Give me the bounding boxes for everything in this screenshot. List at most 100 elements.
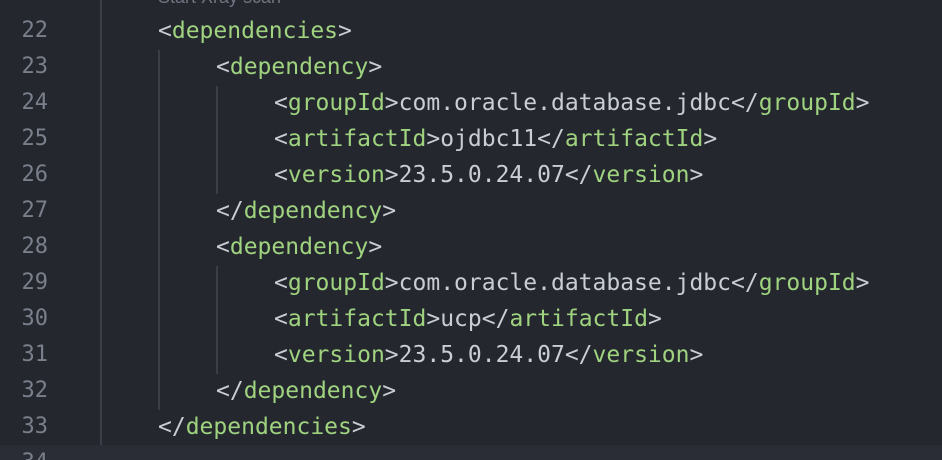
- tag-bracket: >: [384, 90, 399, 116]
- tag-value: com.oracle.database.jdbc: [398, 270, 731, 296]
- tag-name: dependency: [243, 378, 383, 404]
- tag-bracket: >: [338, 18, 352, 44]
- tag-name: dependencies: [171, 18, 339, 44]
- code-line[interactable]: 26 <version>23.5.0.24.07</version>: [0, 157, 942, 193]
- tag-name: artifactId: [509, 306, 648, 332]
- line-number: 32: [21, 378, 49, 403]
- code-content: <artifactId>ucp</artifactId>: [274, 301, 662, 337]
- tag-bracket: >: [855, 90, 870, 116]
- line-number: 27: [21, 198, 49, 223]
- tag-bracket: >: [368, 54, 383, 80]
- code-content: <groupId>com.oracle.database.jdbc</group…: [274, 85, 870, 121]
- tag-bracket: >: [384, 270, 399, 296]
- tag-name: version: [287, 162, 385, 188]
- code-content: <version>23.5.0.24.07</version>: [274, 337, 703, 373]
- tag-name: dependencies: [185, 414, 352, 440]
- tag-bracket: >: [426, 126, 441, 152]
- tag-bracket: <: [274, 90, 288, 116]
- code-line[interactable]: 23 <dependency>: [0, 49, 942, 85]
- tag-bracket: </: [731, 270, 759, 296]
- line-number: 31: [21, 342, 49, 367]
- tag-value: ojdbc11: [440, 126, 538, 152]
- code-editor[interactable]: Start Xray scan 22<dependencies>23<depen…: [0, 0, 942, 460]
- tag-bracket: <: [274, 270, 288, 296]
- line-number: 33: [21, 414, 49, 439]
- code-content: <dependency>: [216, 49, 382, 85]
- tag-bracket: <: [274, 342, 288, 368]
- line-number: 24: [21, 90, 49, 115]
- tag-bracket: >: [382, 198, 397, 224]
- tag-bracket: >: [368, 234, 383, 260]
- tag-bracket: >: [689, 342, 704, 368]
- code-content: <groupId>com.oracle.database.jdbc</group…: [274, 265, 870, 301]
- tag-value: com.oracle.database.jdbc: [398, 90, 731, 116]
- tag-bracket: >: [384, 162, 399, 188]
- code-line[interactable]: 31 <version>23.5.0.24.07</version>: [0, 337, 942, 373]
- tag-name: dependency: [243, 198, 383, 224]
- tag-bracket: >: [351, 414, 366, 440]
- code-line[interactable]: 25 <artifactId>ojdbc11</artifactId>: [0, 121, 942, 157]
- tag-bracket: >: [689, 162, 704, 188]
- tag-bracket: >: [703, 126, 718, 152]
- code-line[interactable]: 29 <groupId>com.oracle.database.jdbc</gro…: [0, 265, 942, 301]
- code-content: </dependency>: [216, 373, 396, 409]
- tag-bracket: </: [564, 342, 593, 368]
- tag-name: artifactId: [287, 306, 427, 332]
- tag-bracket: >: [647, 306, 662, 332]
- tag-bracket: </: [537, 126, 565, 152]
- tag-bracket: </: [216, 198, 244, 224]
- xray-scan-hint[interactable]: Start Xray scan: [158, 0, 281, 8]
- line-number: 30: [21, 306, 49, 331]
- line-number: 22: [21, 18, 49, 43]
- tag-bracket: <: [274, 306, 288, 332]
- code-line[interactable]: 24 <groupId>com.oracle.database.jdbc</gro…: [0, 85, 942, 121]
- line-number: 25: [21, 126, 49, 151]
- tag-name: version: [592, 342, 690, 368]
- code-content: </dependencies>: [158, 409, 366, 445]
- tag-bracket: <: [216, 54, 230, 80]
- tag-name: groupId: [758, 270, 856, 296]
- tag-name: groupId: [287, 270, 385, 296]
- line-number: 29: [21, 270, 49, 295]
- tag-bracket: </: [158, 414, 186, 440]
- code-line[interactable]: 22 <dependencies>: [0, 13, 942, 49]
- tag-bracket: </: [731, 90, 759, 116]
- tag-bracket: </: [216, 378, 244, 404]
- tag-bracket: >: [384, 342, 399, 368]
- line-number: 28: [21, 234, 49, 259]
- tag-bracket: <: [158, 18, 172, 44]
- line-number: 26: [21, 162, 49, 187]
- code-line[interactable]: 30 <artifactId>ucp</artifactId>: [0, 301, 942, 337]
- code-content: </dependency>: [216, 193, 396, 229]
- tag-name: groupId: [287, 90, 385, 116]
- tag-name: dependency: [229, 54, 369, 80]
- tag-bracket: >: [382, 378, 397, 404]
- tag-bracket: </: [481, 306, 510, 332]
- code-content: <dependencies>: [158, 13, 352, 49]
- tag-name: dependency: [229, 234, 369, 260]
- tag-value: ucp: [440, 306, 482, 332]
- code-line[interactable]: 33 </dependencies>: [0, 409, 942, 445]
- tag-name: version: [287, 342, 385, 368]
- tag-value: 23.5.0.24.07: [398, 162, 565, 188]
- tag-bracket: >: [426, 306, 441, 332]
- tag-value: 23.5.0.24.07: [398, 342, 565, 368]
- code-line[interactable]: 27 </dependency>: [0, 193, 942, 229]
- tag-name: version: [592, 162, 690, 188]
- code-content: <version>23.5.0.24.07</version>: [274, 157, 703, 193]
- code-content: <dependency>: [216, 229, 382, 265]
- code-line[interactable]: 28 <dependency>: [0, 229, 942, 265]
- tag-name: artifactId: [564, 126, 704, 152]
- tag-bracket: <: [216, 234, 230, 260]
- tag-bracket: <: [274, 126, 288, 152]
- code-line[interactable]: 32 </dependency>: [0, 373, 942, 409]
- tag-name: artifactId: [287, 126, 427, 152]
- line-number: 34: [0, 445, 49, 460]
- code-line[interactable]: 34: [0, 445, 942, 460]
- tag-name: groupId: [758, 90, 856, 116]
- tag-bracket: <: [274, 162, 288, 188]
- code-content: <artifactId>ojdbc11</artifactId>: [274, 121, 717, 157]
- line-number: 23: [21, 54, 49, 79]
- tag-bracket: </: [564, 162, 593, 188]
- tag-bracket: >: [855, 270, 870, 296]
